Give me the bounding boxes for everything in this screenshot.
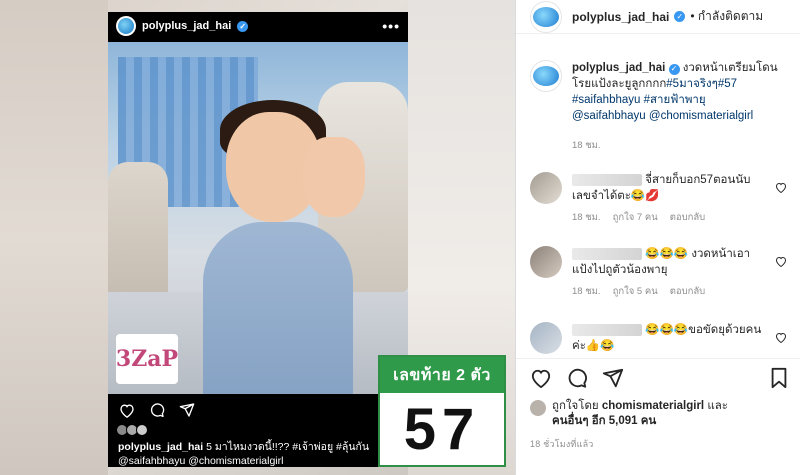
post-header: polyplus_jad_hai ✓ • กำลังติดตาม	[516, 0, 800, 34]
caption-hashtags-line2[interactable]: #saifahbhayu #สายฟ้าพายุ	[572, 94, 706, 106]
background-blur-left	[0, 0, 108, 475]
media-viewer: polyplus_jad_hai ✓ ••• 3ZaP polyplus_jad…	[0, 0, 515, 475]
embedded-liker-avatars	[116, 424, 148, 436]
liked-by-suffix: และ	[704, 400, 728, 412]
comment-icon	[148, 401, 166, 419]
comment-heart-icon[interactable]	[775, 254, 787, 268]
embedded-caption-text: 5 มาไหมงวดนี้!!?? #เจ้าพ่อยู #ลุ้นกัน	[203, 441, 370, 453]
liker-avatar[interactable]	[530, 400, 546, 416]
reply-button[interactable]: ตอบกลับ	[670, 284, 706, 300]
verified-icon: ✓	[668, 63, 680, 75]
liked-by: ถูกใจโดย chomismaterialgirl และ คนอื่นๆ …	[530, 399, 789, 429]
lottery-label: เลขท้าย 2 ตัว	[380, 357, 504, 393]
comment-item: 😂😂😂ขอขัดยุด้วยคนค่ะ👍😂	[516, 322, 800, 354]
caption-username[interactable]: polyplus_jad_hai	[572, 62, 665, 74]
caption-block: polyplus_jad_hai ✓ งวดหน้าเตรียมโดนโรยแป…	[516, 60, 800, 153]
child-body	[203, 222, 353, 394]
comment-button[interactable]	[566, 367, 588, 394]
save-button[interactable]	[769, 367, 789, 394]
post-side-panel: polyplus_jad_hai ✓ • กำลังติดตาม polyplu…	[515, 0, 800, 475]
reply-button[interactable]: ตอบกลับ	[670, 210, 706, 226]
embedded-caption-user: polyplus_jad_hai	[118, 441, 204, 453]
caption-mentions[interactable]: @saifahbhayu @chomismaterialgirl	[572, 110, 753, 122]
embedded-actions	[108, 398, 408, 422]
like-button[interactable]	[530, 368, 552, 393]
commenter-avatar[interactable]	[530, 172, 562, 204]
caption-avatar[interactable]	[530, 60, 562, 92]
show-logo: 3ZaP	[116, 334, 178, 384]
more-options-icon: •••	[382, 18, 400, 34]
commenter-avatar[interactable]	[530, 322, 562, 354]
embedded-caption-mentions: @saifahbhayu @chomismaterialgirl	[118, 455, 284, 467]
lottery-number: 57	[403, 396, 481, 462]
caption-time: 18 ชม.	[572, 140, 601, 151]
header-username[interactable]: polyplus_jad_hai	[572, 10, 669, 24]
child-hand	[303, 137, 365, 217]
embedded-post: polyplus_jad_hai ✓ ••• 3ZaP polyplus_jad…	[108, 12, 408, 467]
caption-hashtags[interactable]: #5มาจริงๆ#57	[666, 78, 737, 90]
comment-heart-icon[interactable]	[775, 180, 787, 194]
post-action-bar: ถูกใจโดย chomismaterialgirl และ คนอื่นๆ …	[516, 358, 800, 451]
comment-likes[interactable]: ถูกใจ 7 คน	[613, 210, 658, 226]
comment-time: 18 ชม.	[572, 286, 601, 297]
comment-likes[interactable]: ถูกใจ 5 คน	[613, 284, 658, 300]
embedded-post-header: polyplus_jad_hai ✓ •••	[108, 12, 408, 40]
comment-item: 😂😂😂 งวดหน้าเอาแป้งไปถูตัวน้องพายุ 18 ชม.…	[516, 246, 800, 300]
embedded-caption: polyplus_jad_hai 5 มาไหมงวดนี้!!?? #เจ้า…	[118, 440, 403, 468]
comment-time: 18 ชม.	[572, 212, 601, 223]
follow-status-button[interactable]: • กำลังติดตาม	[690, 7, 763, 26]
comment-heart-icon[interactable]	[775, 330, 787, 344]
heart-icon	[118, 401, 136, 419]
embedded-username: polyplus_jad_hai	[142, 20, 232, 32]
comment-item: จี่สายก็บอก57ตอนนับเลขจำได้ตะ😂💋 18 ชม. ถ…	[516, 172, 800, 226]
liked-by-prefix: ถูกใจโดย	[552, 400, 602, 412]
post-photo: 3ZaP	[108, 42, 408, 394]
lottery-number-overlay: เลขท้าย 2 ตัว 57	[378, 355, 506, 467]
post-time-ago: 18 ชั่วโมงที่แล้ว	[530, 439, 594, 449]
caption-text: polyplus_jad_hai ✓ งวดหน้าเตรียมโดนโรยแป…	[572, 60, 782, 124]
commenter-avatar[interactable]	[530, 246, 562, 278]
avatar	[116, 16, 136, 36]
commenter-name-redacted[interactable]	[572, 323, 642, 336]
commenter-name-redacted[interactable]	[572, 173, 642, 186]
profile-avatar[interactable]	[530, 0, 562, 33]
liked-by-user[interactable]: chomismaterialgirl	[602, 400, 704, 412]
verified-icon: ✓	[674, 11, 686, 22]
action-icons	[530, 367, 789, 393]
liked-by-others[interactable]: คนอื่นๆ อีก 5,091 คน	[552, 415, 656, 427]
verified-icon: ✓	[237, 20, 249, 32]
share-icon	[178, 401, 196, 419]
share-button[interactable]	[602, 367, 624, 394]
commenter-name-redacted[interactable]	[572, 247, 642, 260]
